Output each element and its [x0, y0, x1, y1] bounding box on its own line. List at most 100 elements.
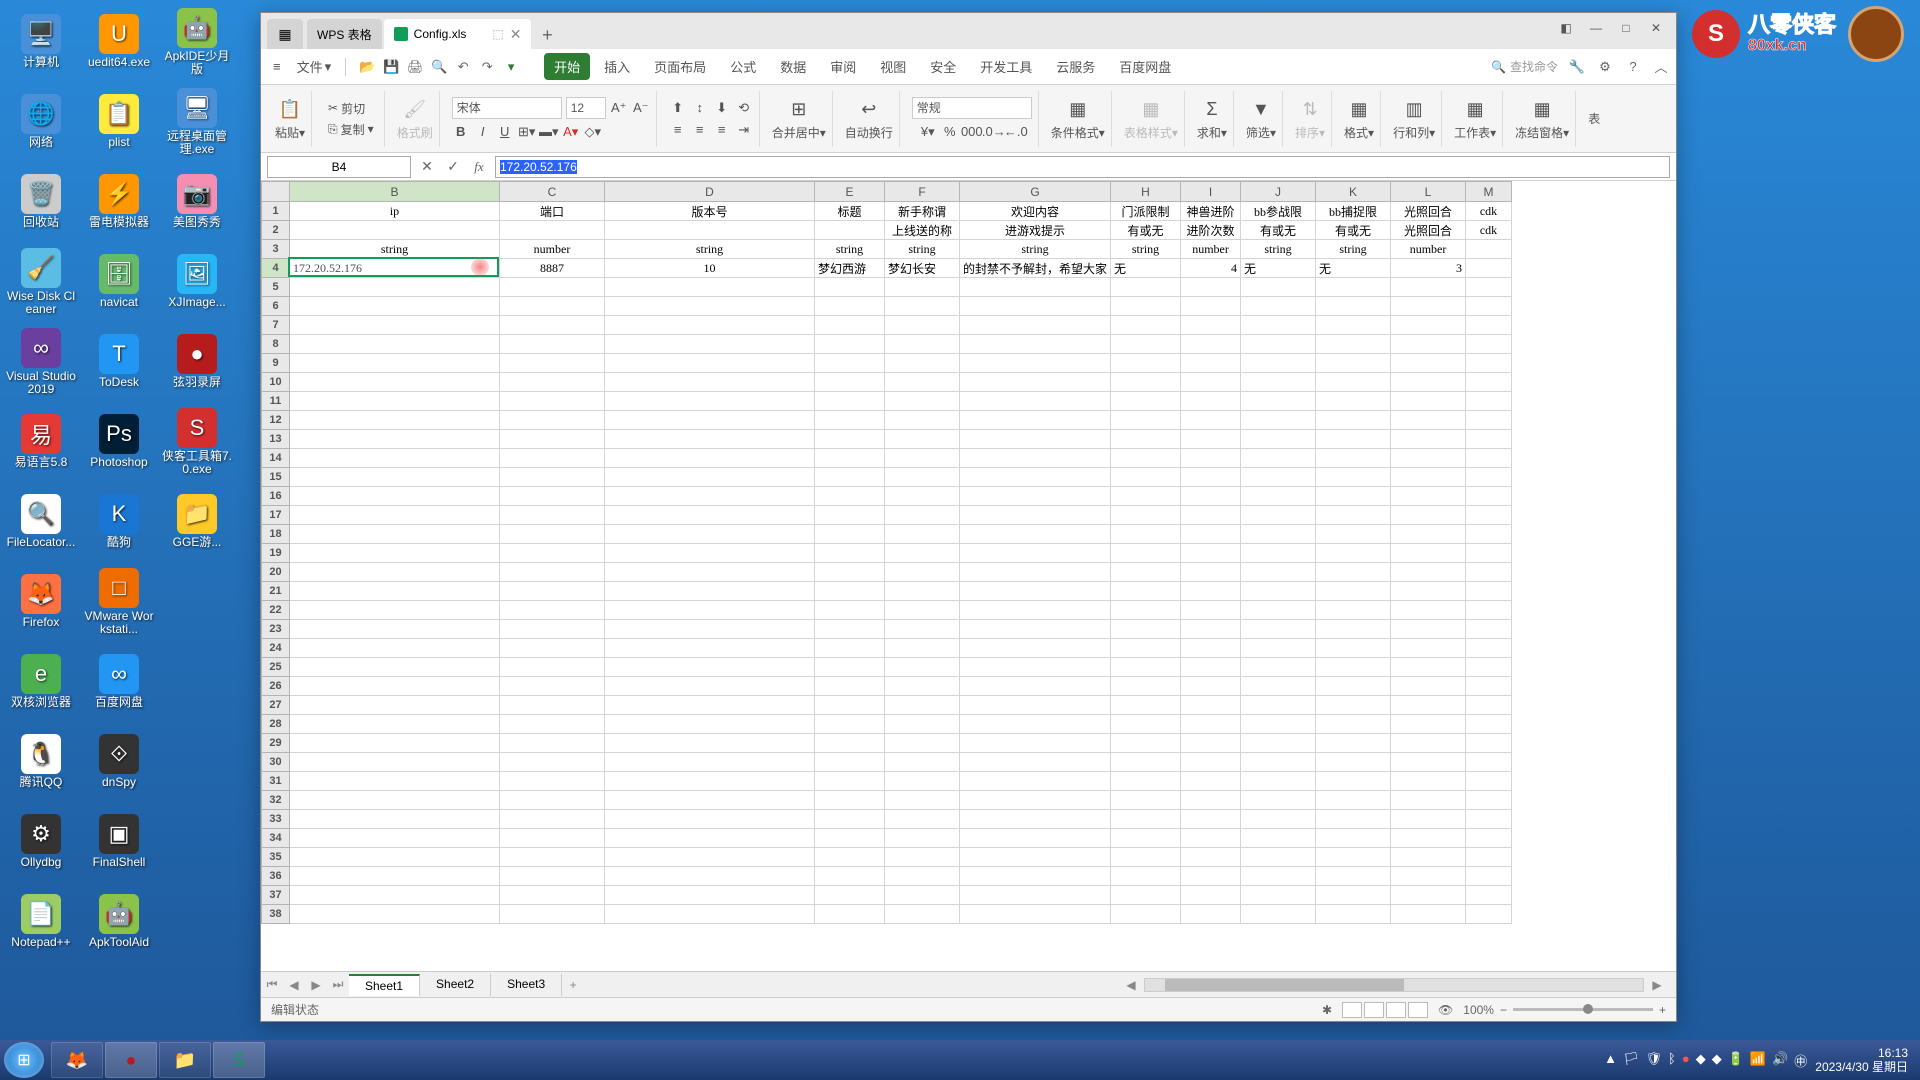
cell[interactable]: [885, 639, 960, 658]
cell[interactable]: [500, 221, 605, 240]
cell[interactable]: 进阶次数: [1181, 221, 1241, 240]
cell[interactable]: [605, 278, 815, 297]
cell[interactable]: [1111, 810, 1181, 829]
cell[interactable]: [290, 601, 500, 620]
cell[interactable]: [1181, 506, 1241, 525]
cell[interactable]: [1241, 487, 1316, 506]
cell[interactable]: [1466, 487, 1512, 506]
cell[interactable]: [290, 715, 500, 734]
cell[interactable]: [1466, 335, 1512, 354]
cell[interactable]: [290, 449, 500, 468]
cell[interactable]: [1181, 620, 1241, 639]
row-header[interactable]: 32: [262, 791, 290, 810]
cell[interactable]: [290, 506, 500, 525]
cell[interactable]: [500, 335, 605, 354]
cell[interactable]: [1466, 658, 1512, 677]
align-center-icon[interactable]: ≡: [691, 121, 709, 139]
cell[interactable]: [885, 658, 960, 677]
cell[interactable]: [500, 430, 605, 449]
qat-redo-icon[interactable]: ↷: [478, 58, 496, 76]
cell[interactable]: [815, 715, 885, 734]
cell[interactable]: [605, 829, 815, 848]
cell[interactable]: [290, 430, 500, 449]
cell[interactable]: [1316, 601, 1391, 620]
row-header[interactable]: 34: [262, 829, 290, 848]
cell[interactable]: [960, 734, 1111, 753]
cell[interactable]: [1316, 373, 1391, 392]
cell[interactable]: [960, 449, 1111, 468]
cell[interactable]: [1391, 848, 1466, 867]
cell[interactable]: [1316, 297, 1391, 316]
cell[interactable]: [290, 886, 500, 905]
cell[interactable]: [1391, 316, 1466, 335]
cell[interactable]: [500, 867, 605, 886]
cell[interactable]: [885, 772, 960, 791]
cell[interactable]: [885, 791, 960, 810]
cell[interactable]: [1111, 297, 1181, 316]
cell[interactable]: [1181, 829, 1241, 848]
cell[interactable]: [1181, 791, 1241, 810]
cell[interactable]: 上线送的称: [885, 221, 960, 240]
cell[interactable]: 无: [1111, 259, 1181, 278]
row-header[interactable]: 31: [262, 772, 290, 791]
inc-decimal-icon[interactable]: .0→: [985, 123, 1003, 141]
cell[interactable]: [960, 354, 1111, 373]
cell[interactable]: [1391, 278, 1466, 297]
cell[interactable]: [815, 753, 885, 772]
desktop-icon[interactable]: 🖼XJImage...: [160, 244, 234, 320]
cell[interactable]: [1181, 316, 1241, 335]
dec-decimal-icon[interactable]: ←.0: [1007, 123, 1025, 141]
cell[interactable]: [1111, 544, 1181, 563]
cell[interactable]: [500, 392, 605, 411]
cell[interactable]: [605, 886, 815, 905]
cell[interactable]: [500, 373, 605, 392]
cell[interactable]: [1391, 544, 1466, 563]
cell[interactable]: [500, 411, 605, 430]
desktop-icon[interactable]: 🗄navicat: [82, 244, 156, 320]
cell[interactable]: [500, 544, 605, 563]
cell[interactable]: [960, 715, 1111, 734]
cell[interactable]: [960, 544, 1111, 563]
cell[interactable]: [290, 658, 500, 677]
cell[interactable]: [605, 449, 815, 468]
row-header[interactable]: 30: [262, 753, 290, 772]
cell[interactable]: [500, 905, 605, 924]
view-reading-button[interactable]: [1408, 1002, 1428, 1018]
tab-wps-home[interactable]: WPS 表格: [307, 19, 382, 49]
cell[interactable]: string: [605, 240, 815, 259]
cell[interactable]: 的封禁不予解封，希望大家: [960, 259, 1111, 278]
cell[interactable]: [815, 544, 885, 563]
horizontal-scrollbar[interactable]: [1144, 978, 1644, 992]
desktop-icon[interactable]: ⟐dnSpy: [82, 724, 156, 800]
cell[interactable]: [1111, 506, 1181, 525]
cell[interactable]: [815, 335, 885, 354]
cell[interactable]: [1466, 392, 1512, 411]
cell[interactable]: 梦幻西游: [815, 259, 885, 278]
cell[interactable]: [1111, 867, 1181, 886]
cell[interactable]: [1241, 810, 1316, 829]
number-format-select[interactable]: 常规: [912, 97, 1032, 119]
cell[interactable]: [885, 373, 960, 392]
cell[interactable]: [1181, 544, 1241, 563]
cell[interactable]: [815, 411, 885, 430]
sheet-tab[interactable]: Sheet2: [420, 974, 491, 996]
cell[interactable]: [960, 696, 1111, 715]
cell[interactable]: [605, 563, 815, 582]
cell[interactable]: [1241, 297, 1316, 316]
cell[interactable]: [815, 221, 885, 240]
desktop-icon[interactable]: 🖥️计算机: [4, 4, 78, 80]
zoom-level[interactable]: 100%: [1463, 1003, 1494, 1017]
cell[interactable]: [885, 487, 960, 506]
cell[interactable]: [1391, 601, 1466, 620]
cell[interactable]: 光照回合: [1391, 202, 1466, 221]
cell[interactable]: [500, 582, 605, 601]
copy-button[interactable]: ⎘复制▾: [324, 119, 378, 140]
cell[interactable]: [290, 487, 500, 506]
cell[interactable]: [960, 867, 1111, 886]
cell[interactable]: [885, 297, 960, 316]
cell[interactable]: [1316, 753, 1391, 772]
cell[interactable]: [605, 411, 815, 430]
cell[interactable]: 有或无: [1241, 221, 1316, 240]
window-close-button[interactable]: ✕: [1642, 17, 1670, 39]
cell[interactable]: [1466, 753, 1512, 772]
